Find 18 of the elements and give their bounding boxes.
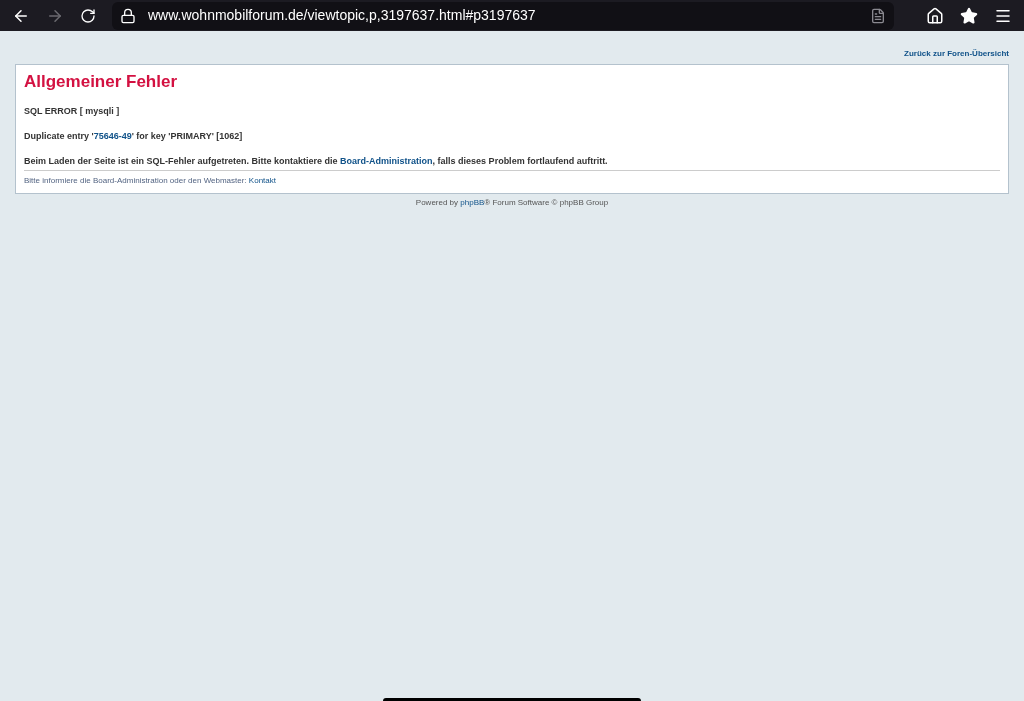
- error-link[interactable]: Board-Administration: [340, 156, 433, 166]
- back-to-index-link[interactable]: Zurück zur Foren-Übersicht: [904, 48, 1009, 60]
- forum-software-text: ® Forum Software © phpBB Group: [484, 198, 609, 207]
- contact-note: Bitte informiere die Board-Administration oder den Webmaster:: [24, 176, 247, 185]
- contact-link[interactable]: Kontakt: [248, 176, 276, 185]
- home-button[interactable]: [926, 6, 944, 25]
- error-message: SQL ERROR [ mysqli ]: [24, 105, 121, 117]
- error-title: Allgemeiner Fehler: [24, 72, 179, 92]
- error-message: Beim Laden der Seite ist ein SQL-Fehler aufgetreten. Bitte kontaktiere die Board-Administration, falls dieses Problem fortlaufend auftritt.: [24, 155, 609, 167]
- lock-icon: [120, 7, 136, 24]
- bookmark-button[interactable]: [960, 6, 978, 25]
- address-bar[interactable]: www.wohnmobilforum.de/viewtopic,p,3197637.html#p3197637: [112, 1, 894, 30]
- phpbb-link[interactable]: phpBB: [460, 198, 485, 207]
- error-message: Duplicate entry '75646-49' for key 'PRIMARY' [1062]: [24, 130, 244, 142]
- powered-by-text: Powered by: [415, 198, 459, 207]
- reload-button[interactable]: [80, 7, 96, 24]
- reader-icon[interactable]: [870, 7, 886, 24]
- url-text: www.wohnmobilforum.de/viewtopic,p,3197637.html#p3197637: [148, 6, 537, 25]
